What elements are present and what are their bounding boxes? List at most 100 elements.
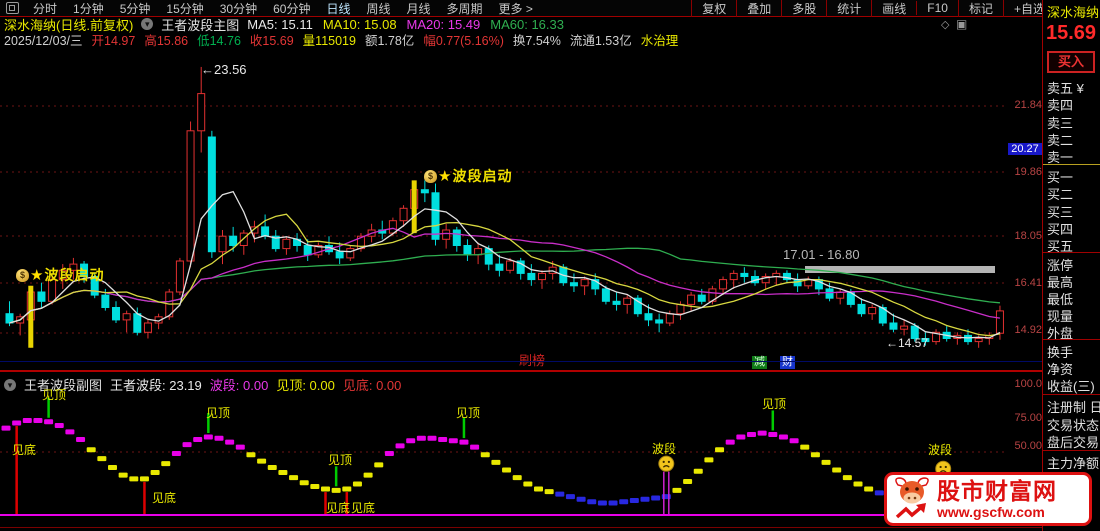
star-icon: ★ bbox=[438, 168, 452, 185]
quote-field: 量115019 bbox=[302, 33, 356, 48]
sidebar-separator bbox=[1043, 450, 1100, 451]
sidebar-item-收益(三)[interactable]: 收益(三) bbox=[1047, 376, 1095, 395]
sidebar-last-price: 15.69 bbox=[1046, 22, 1097, 44]
band-start-label: 波段启动 bbox=[44, 267, 105, 283]
sub-band-value: 波段: 0.00 bbox=[209, 378, 269, 393]
signal-label: 见顶 bbox=[42, 388, 67, 402]
band-start-signal: $ ★ 波段启动 bbox=[16, 265, 104, 285]
low-price-callout: ←14.57 bbox=[886, 336, 929, 350]
bull-icon bbox=[895, 477, 929, 519]
window-icon[interactable] bbox=[6, 2, 19, 14]
tab-多周期[interactable]: 多周期 bbox=[439, 0, 491, 17]
range-zone-label: 17.01 - 16.80 bbox=[783, 247, 860, 262]
moneybag-icon: $ bbox=[424, 169, 437, 183]
sidebar-item-买一[interactable]: 买一 bbox=[1047, 167, 1073, 186]
quote-field: 换7.54% bbox=[512, 33, 561, 48]
sidebar-item-买三[interactable]: 买三 bbox=[1047, 202, 1073, 221]
panel-divider[interactable] bbox=[0, 370, 1042, 372]
sidebar-item-卖三[interactable]: 卖三 bbox=[1047, 113, 1073, 132]
collapse-icon-sub[interactable]: ▾ bbox=[4, 378, 16, 391]
quote-info-bar: 2025/12/03/三 开14.97 高15.86 低14.76 收15.69 量11… bbox=[4, 30, 679, 49]
sub-main-value: 王者波段: 23.19 bbox=[110, 378, 202, 393]
high-price-callout: ←23.56 bbox=[201, 62, 247, 77]
signal-label: 见顶 bbox=[762, 397, 787, 411]
axis-label: 16.41 bbox=[1014, 277, 1042, 289]
watermark-badge: 刷榜 bbox=[519, 353, 546, 368]
axis-label: 19.86 bbox=[1014, 166, 1042, 178]
signal-label: 见底 bbox=[152, 491, 177, 505]
tab-60分钟[interactable]: 60分钟 bbox=[265, 0, 318, 17]
axis-label: 18.05 bbox=[1014, 230, 1042, 242]
sub-top-value: 见顶: 0.00 bbox=[276, 378, 335, 393]
axis-label: 50.00 bbox=[1014, 440, 1042, 452]
signal-label: 波段 bbox=[928, 443, 953, 457]
volume-baseline bbox=[0, 361, 1042, 362]
sidebar-separator bbox=[1043, 164, 1100, 165]
quote-field: 幅0.77(5.16%) bbox=[423, 33, 504, 48]
toolbar-menu: 复权叠加多股统计画线F10标记+自选返回 bbox=[691, 0, 1100, 17]
menu-叠加[interactable]: 叠加 bbox=[736, 0, 781, 17]
quote-field: 收15.69 bbox=[249, 33, 294, 48]
tab-日线[interactable]: 日线 bbox=[318, 0, 358, 17]
axis-label: 75.00 bbox=[1014, 412, 1042, 424]
signal-label: 见顶 bbox=[328, 453, 353, 467]
ohlc-values: 开14.97 高15.86 低14.76 收15.69 量115019 额1.78亿 幅0.… bbox=[92, 30, 679, 49]
signal-label: 见顶 bbox=[206, 406, 231, 420]
axis-label: 100.0 bbox=[1014, 378, 1042, 390]
signal-label: 见底 bbox=[326, 501, 351, 515]
menu-F10[interactable]: F10 bbox=[916, 1, 958, 15]
sidebar-item-卖二[interactable]: 卖二 bbox=[1047, 130, 1073, 149]
signal-label: 见底 bbox=[12, 443, 37, 457]
star-icon: ★ bbox=[30, 267, 44, 284]
menu-多股[interactable]: 多股 bbox=[781, 0, 826, 17]
date-label: 2025/12/03/三 bbox=[4, 33, 83, 48]
axis-label: 21.84 bbox=[1014, 99, 1042, 111]
sub-bottom-value: 见底: 0.00 bbox=[342, 378, 402, 393]
sidebar-separator bbox=[1043, 252, 1100, 253]
sidebar-item-交易状态[interactable]: 交易状态 bbox=[1047, 415, 1099, 434]
diamond-icon[interactable]: ◇ bbox=[941, 18, 949, 31]
site-logo[interactable]: 股市财富网 www.gscfw.com bbox=[884, 472, 1092, 526]
quote-sidebar: 深水海纳 15.69 买入 卖五 ¥ 卖四 卖三 卖二 卖一 买一 买二 买三 买四 买五 涨停 最高… bbox=[1042, 0, 1100, 531]
logo-url: www.gscfw.com bbox=[937, 503, 1045, 520]
sidebar-separator bbox=[1043, 394, 1100, 395]
tab-周线[interactable]: 周线 bbox=[358, 0, 398, 17]
sidebar-item-卖四[interactable]: 卖四 bbox=[1047, 95, 1073, 114]
buy-button[interactable]: 买入 bbox=[1047, 51, 1095, 73]
tab-更多 >[interactable]: 更多 > bbox=[491, 0, 541, 17]
signal-label: 波段 bbox=[652, 442, 677, 456]
bottom-border bbox=[0, 527, 1100, 528]
quote-field: 高15.86 bbox=[144, 33, 189, 48]
quote-field: 低14.76 bbox=[197, 33, 241, 48]
band-start-signal: $ ★ 波段启动 bbox=[424, 166, 512, 186]
sidebar-separator bbox=[1043, 339, 1100, 340]
sidebar-stock-name: 深水海纳 bbox=[1047, 5, 1100, 20]
sidebar-item-注册制 日[interactable]: 注册制 日 bbox=[1047, 397, 1100, 416]
current-price-tag: 20.27 bbox=[1008, 143, 1042, 155]
badge-reduce[interactable]: 减 bbox=[752, 356, 767, 369]
sidebar-item-买四[interactable]: 买四 bbox=[1047, 219, 1073, 238]
trading-app-window: 分时 1分钟 5分钟 15分钟 30分钟 60分钟 日线 周线 月线 多周期 更多 > 复权 叠加 多股… bbox=[0, 0, 1100, 531]
badge-wealth[interactable]: 财 bbox=[780, 356, 795, 369]
band-start-label: 波段启动 bbox=[452, 168, 513, 184]
menu-统计[interactable]: 统计 bbox=[826, 0, 871, 17]
collapse-icon[interactable]: ▾ bbox=[141, 18, 154, 30]
sidebar-item-盘后交易[interactable]: 盘后交易 bbox=[1047, 432, 1099, 451]
menu-标记[interactable]: 标记 bbox=[957, 0, 1003, 17]
signal-label: 见顶 bbox=[456, 406, 481, 420]
quote-field: 开14.97 bbox=[91, 33, 136, 48]
maximize-icon[interactable]: ▣ bbox=[956, 17, 967, 31]
sidebar-item-卖五 ¥[interactable]: 卖五 ¥ bbox=[1047, 78, 1084, 97]
menu-复权[interactable]: 复权 bbox=[691, 0, 736, 17]
moneybag-icon: $ bbox=[16, 268, 29, 282]
logo-title: 股市财富网 bbox=[937, 477, 1057, 504]
quote-field: 水治理 bbox=[640, 33, 679, 48]
menu-画线[interactable]: 画线 bbox=[871, 0, 916, 17]
sidebar-item-主力净额[interactable]: 主力净额 bbox=[1047, 453, 1099, 472]
signal-label: 见底 bbox=[351, 501, 376, 515]
quote-field: 流通1.53亿 bbox=[569, 33, 632, 48]
tab-月线[interactable]: 月线 bbox=[399, 0, 439, 17]
axis-label: 14.92 bbox=[1014, 324, 1042, 336]
quote-field: 额1.78亿 bbox=[364, 33, 415, 48]
sidebar-item-买二[interactable]: 买二 bbox=[1047, 184, 1073, 203]
